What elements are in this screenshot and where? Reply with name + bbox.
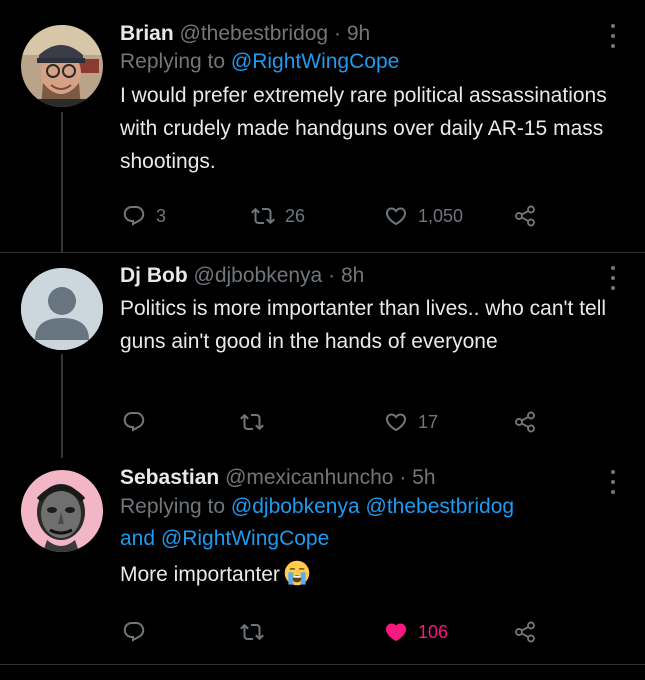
author-handle[interactable]: @djbobkenya xyxy=(194,264,323,287)
mention-link[interactable]: @RightWingCope xyxy=(231,50,399,73)
author-name[interactable]: Sebastian xyxy=(120,466,219,489)
replying-to-label: Replying to xyxy=(120,495,226,518)
like-count: 17 xyxy=(418,411,439,432)
tweet-content: Sebastian @mexicanhuncho · 5h Replying t… xyxy=(120,465,621,591)
avatar[interactable] xyxy=(21,470,103,552)
mention-link[interactable]: @RightWingCope xyxy=(161,527,329,550)
reply-icon xyxy=(122,410,146,434)
tweet-content: Brian @thebestbridog · 9h Replying to @R… xyxy=(120,21,621,178)
replying-to: Replying to @djbobkenya @thebestbridog a… xyxy=(120,491,621,555)
like-button[interactable]: 106 xyxy=(384,617,448,647)
reply-button[interactable] xyxy=(122,617,146,647)
loudly-crying-face-emoji xyxy=(284,560,310,586)
tweet-dj-bob[interactable]: Dj Bob @djbobkenya · 8h Politics is more… xyxy=(0,253,645,458)
timestamp[interactable]: 5h xyxy=(412,466,435,489)
reply-icon xyxy=(122,620,146,644)
reply-button[interactable]: 3 xyxy=(122,201,166,231)
share-button[interactable] xyxy=(513,201,537,231)
tweet-text: More importanter xyxy=(120,558,621,591)
tweet-text: Politics is more importanter than lives.… xyxy=(120,297,607,353)
tweet-text: I would prefer extremely rare political … xyxy=(120,84,607,173)
timestamp[interactable]: 9h xyxy=(347,22,370,45)
like-button[interactable]: 1,050 xyxy=(384,201,463,231)
heart-icon xyxy=(384,410,408,434)
thread-line xyxy=(61,112,63,252)
more-icon[interactable] xyxy=(603,266,623,290)
author-handle[interactable]: @thebestbridog xyxy=(180,22,329,45)
retweet-button[interactable]: 26 xyxy=(251,201,305,231)
share-icon xyxy=(513,620,537,644)
separator-dot: · xyxy=(333,22,341,45)
more-icon[interactable] xyxy=(603,470,623,494)
retweet-count: 26 xyxy=(285,205,306,226)
tweet-actions: 17 xyxy=(120,407,560,437)
tweet-header: Sebastian @mexicanhuncho · 5h xyxy=(120,465,621,491)
author-name[interactable]: Brian xyxy=(120,22,174,45)
tweet-content: Dj Bob @djbobkenya · 8h Politics is more… xyxy=(120,263,621,358)
share-icon xyxy=(513,410,537,434)
divider xyxy=(0,664,645,665)
reply-button[interactable] xyxy=(122,407,146,437)
tweet-sebastian[interactable]: Sebastian @mexicanhuncho · 5h Replying t… xyxy=(0,458,645,680)
like-count: 1,050 xyxy=(418,205,464,226)
tweet-header: Brian @thebestbridog · 9h xyxy=(120,21,621,47)
separator-dot: · xyxy=(328,264,336,287)
replying-to-label: Replying to xyxy=(120,50,226,73)
tweet-brian[interactable]: Brian @thebestbridog · 9h Replying to @R… xyxy=(0,0,645,252)
replying-to: Replying to @RightWingCope xyxy=(120,47,621,77)
author-handle[interactable]: @mexicanhuncho xyxy=(225,466,393,489)
avatar[interactable] xyxy=(21,268,103,350)
retweet-button[interactable] xyxy=(240,617,264,647)
tweet-text-content: More importanter xyxy=(120,563,280,586)
retweet-icon xyxy=(240,620,264,644)
retweet-icon xyxy=(251,204,275,228)
author-name[interactable]: Dj Bob xyxy=(120,264,188,287)
tweet-actions: 3 26 1,050 xyxy=(120,201,560,231)
tweet-header: Dj Bob @djbobkenya · 8h xyxy=(120,263,621,289)
retweet-icon xyxy=(240,410,264,434)
thread-line xyxy=(61,354,63,458)
separator-dot: · xyxy=(399,466,407,489)
share-icon xyxy=(513,204,537,228)
more-icon[interactable] xyxy=(603,24,623,48)
like-button[interactable]: 17 xyxy=(384,407,438,437)
like-count: 106 xyxy=(418,621,449,642)
mention-link[interactable]: @thebestbridog xyxy=(366,495,515,518)
heart-filled-icon xyxy=(384,620,408,644)
tweet-actions: 106 xyxy=(120,617,560,647)
share-button[interactable] xyxy=(513,407,537,437)
mention-link[interactable]: @djbobkenya xyxy=(231,495,360,518)
share-button[interactable] xyxy=(513,617,537,647)
avatar[interactable] xyxy=(21,25,103,107)
retweet-button[interactable] xyxy=(240,407,264,437)
reply-count: 3 xyxy=(156,205,167,226)
heart-icon xyxy=(384,204,408,228)
and-word: and xyxy=(120,527,156,550)
timestamp[interactable]: 8h xyxy=(341,264,364,287)
reply-icon xyxy=(122,204,146,228)
